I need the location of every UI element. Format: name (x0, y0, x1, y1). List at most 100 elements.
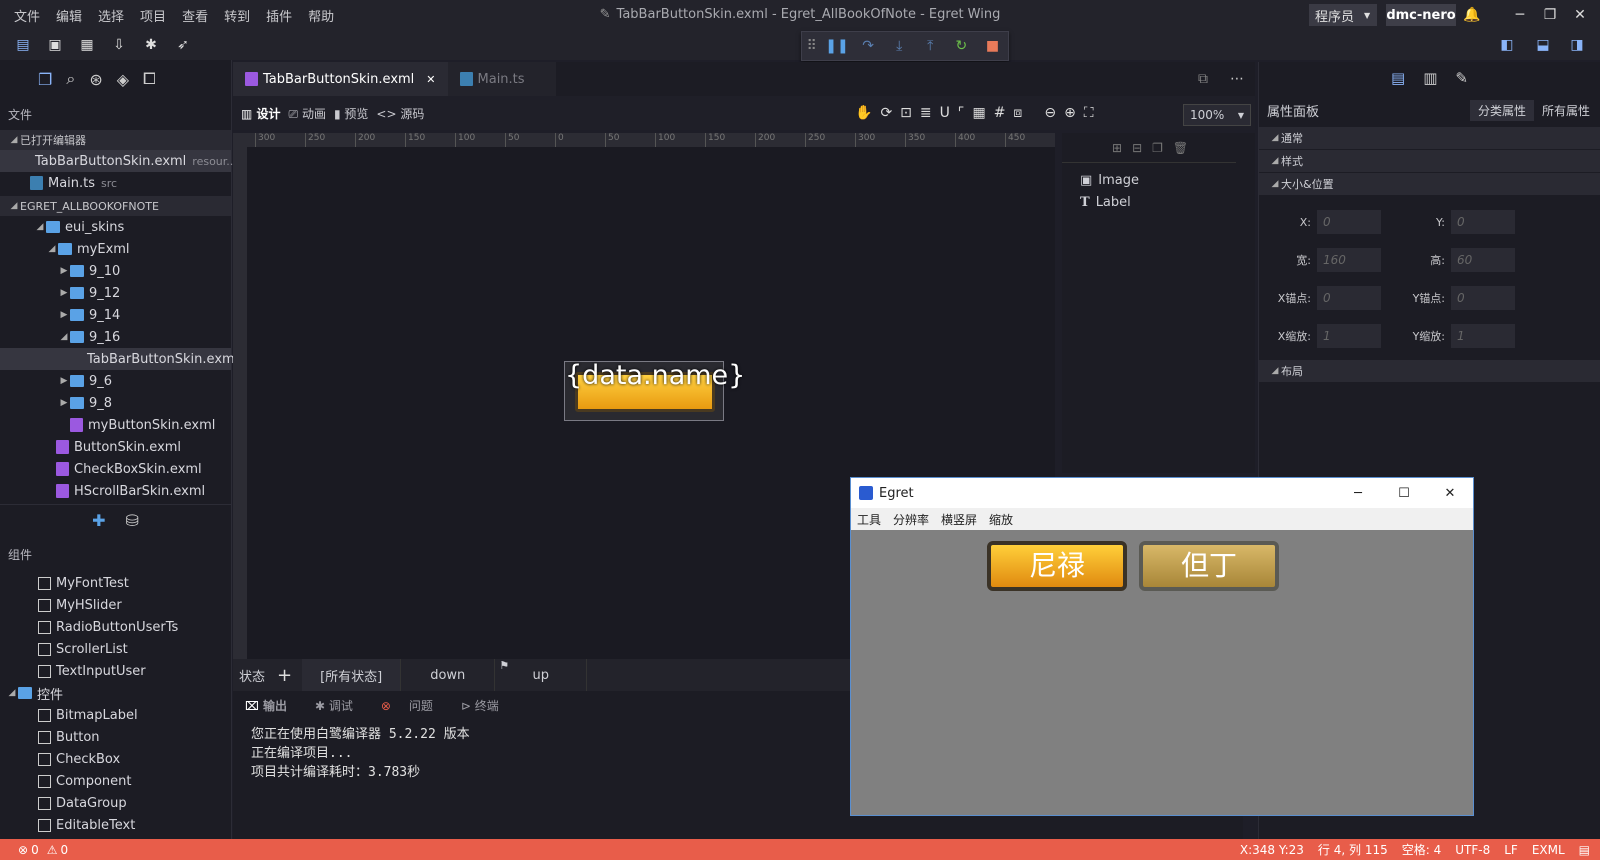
group-style[interactable]: ◢ 样式 (1259, 150, 1600, 172)
tree-item[interactable]: myButtonSkin.exml (0, 414, 231, 436)
tab-terminal[interactable]: ⊳ 终端 (461, 697, 513, 714)
restart-icon[interactable]: ↻ (946, 38, 977, 54)
tab-all-props[interactable]: 所有属性 (1534, 100, 1598, 121)
extensions-icon[interactable]: ⊛ (89, 70, 102, 89)
tree-item[interactable]: HScrollBarSkin.exml (0, 480, 231, 502)
field-input[interactable]: 0 (1317, 286, 1381, 310)
warning-count[interactable]: 0 (60, 843, 68, 857)
control-item[interactable]: CheckBox (0, 748, 231, 770)
indentation[interactable]: 空格: 4 (1402, 841, 1442, 858)
controls-group[interactable]: ◢ 控件 (0, 682, 231, 704)
close-icon[interactable]: ✕ (426, 73, 435, 86)
egret-menu-orientation[interactable]: 横竖屏 (941, 511, 977, 528)
minimize-button[interactable]: ─ (1510, 5, 1530, 25)
field-input[interactable]: 160 (1317, 248, 1381, 272)
group-icon[interactable]: ⊞ (1112, 141, 1122, 155)
control-item[interactable]: BitmapLabel (0, 704, 231, 726)
state-all[interactable]: [所有状态] (302, 659, 402, 691)
feedback-icon[interactable]: ▤ (1579, 843, 1590, 857)
layout-left-icon[interactable]: ◧ (1496, 34, 1518, 56)
mode-design[interactable]: ▥ 设计 (241, 105, 281, 122)
snap-icon[interactable]: ⌜ (958, 105, 965, 121)
zoom-select[interactable]: 100% ▼ (1183, 104, 1251, 126)
group-size-position[interactable]: ◢ 大小&位置 (1259, 173, 1600, 195)
control-item[interactable]: DataGroup (0, 792, 231, 814)
fit-screen-icon[interactable]: ⛶ (1084, 105, 1094, 121)
role-select[interactable]: 程序员 ▼ (1309, 4, 1377, 26)
canvas-skin-preview[interactable]: {data.name} (564, 361, 745, 421)
error-icon[interactable]: ⊗ (18, 843, 28, 857)
state-up[interactable]: ⚑ up (495, 659, 588, 691)
trash-icon[interactable]: 🗑 (1173, 141, 1188, 155)
save-all-icon[interactable]: ▦ (76, 34, 98, 56)
open-editor-item[interactable]: Main.ts src (0, 172, 231, 194)
new-project-icon[interactable]: ▤ (12, 34, 34, 56)
expand-arrow-icon[interactable]: ◢ (46, 244, 58, 254)
field-input[interactable]: 60 (1451, 248, 1515, 272)
git-icon[interactable]: ◈ (117, 70, 129, 89)
field-input[interactable]: 1 (1317, 324, 1381, 348)
tab-output[interactable]: ⌧ 输出 (245, 697, 301, 714)
expand-arrow-icon[interactable]: ◢ (6, 688, 18, 698)
tree-item[interactable]: ▶ 9_14 (0, 304, 231, 326)
package-icon[interactable]: ⛁ (126, 511, 139, 530)
expand-arrow-icon[interactable]: ▶ (58, 288, 70, 298)
properties-icon[interactable]: ▤ (1391, 69, 1405, 87)
egret-menu-resolution[interactable]: 分辨率 (893, 511, 929, 528)
hand-icon[interactable]: ✋ (855, 105, 872, 121)
step-into-icon[interactable]: ⤓ (884, 38, 915, 54)
component-item[interactable]: ScrollerList (0, 638, 231, 660)
ungroup-icon[interactable]: ⊟ (1132, 141, 1142, 155)
brush-icon[interactable]: ✎ (1455, 69, 1468, 87)
bell-icon[interactable]: 🔔 (1462, 5, 1482, 25)
drag-handle-icon[interactable]: ⠿ (802, 38, 821, 54)
control-item[interactable]: EditableText (0, 814, 231, 836)
outline-item-label[interactable]: T Label (1062, 191, 1255, 213)
restore-button[interactable]: ❐ (1540, 5, 1560, 25)
expand-arrow-icon[interactable]: ▶ (58, 266, 70, 276)
split-icon[interactable]: ⧉ (1198, 71, 1208, 87)
open-editor-item[interactable]: TabBarButtonSkin.exml resour... (0, 150, 237, 172)
tree-item[interactable]: ▶ 9_10 (0, 260, 231, 282)
outline-item-image[interactable]: ▣ Image (1062, 169, 1255, 191)
search-icon[interactable]: ⌕ (66, 69, 75, 89)
field-input[interactable]: 1 (1451, 324, 1515, 348)
mode-animation[interactable]: ⎚ 动画 (289, 105, 326, 122)
language-mode[interactable]: EXML (1532, 843, 1565, 857)
component-item[interactable]: TextInputUser (0, 660, 231, 682)
expand-arrow-icon[interactable]: ▶ (58, 376, 70, 386)
image-icon[interactable]: ⧈ (1013, 105, 1022, 121)
egret-menu-tools[interactable]: 工具 (857, 511, 881, 528)
book-icon[interactable]: ▥ (1423, 69, 1437, 87)
component-item[interactable]: RadioButtonUserTs (0, 616, 231, 638)
save-icon[interactable]: ▣ (44, 34, 66, 56)
expand-arrow-icon[interactable]: ◢ (34, 222, 46, 232)
mode-preview[interactable]: ▮ 预览 (334, 105, 368, 122)
step-out-icon[interactable]: ⤒ (915, 38, 946, 54)
field-input[interactable]: 0 (1451, 210, 1515, 234)
control-item[interactable]: Button (0, 726, 231, 748)
error-count[interactable]: 0 (31, 843, 39, 857)
tab-button-dante[interactable]: 但丁 (1139, 541, 1279, 591)
group-general[interactable]: ◢ 通常 (1259, 127, 1600, 149)
mode-source[interactable]: <> 源码 (376, 105, 424, 122)
fit-icon[interactable]: ⊡ (900, 105, 912, 121)
egret-menu-scale[interactable]: 缩放 (989, 511, 1013, 528)
state-down[interactable]: down (401, 659, 496, 691)
tab-debug[interactable]: ✱ 调试 (315, 697, 367, 714)
project-section[interactable]: ◢ EGRET_ALLBOOKOFNOTE (0, 196, 231, 216)
control-item[interactable]: Component (0, 770, 231, 792)
resource-icon[interactable]: ⧠ (143, 69, 156, 89)
line-ending[interactable]: LF (1504, 843, 1518, 857)
user-account[interactable]: dmc-nero (1386, 4, 1456, 26)
expand-arrow-icon[interactable]: ▶ (58, 398, 70, 408)
grid-icon[interactable]: ▦ (972, 105, 985, 121)
encoding[interactable]: UTF-8 (1455, 843, 1490, 857)
layout-bottom-icon[interactable]: ⬓ (1532, 34, 1554, 56)
refresh-icon[interactable]: ⟳ (880, 105, 892, 121)
hash-icon[interactable]: # (994, 105, 1006, 121)
open-editors-section[interactable]: ◢ 已打开编辑器 (0, 130, 231, 150)
group-layout[interactable]: ◢ 布局 (1259, 360, 1600, 382)
tree-item[interactable]: TabBarButtonSkin.exml (0, 348, 238, 370)
puzzle-icon[interactable]: ✚ (92, 511, 105, 530)
